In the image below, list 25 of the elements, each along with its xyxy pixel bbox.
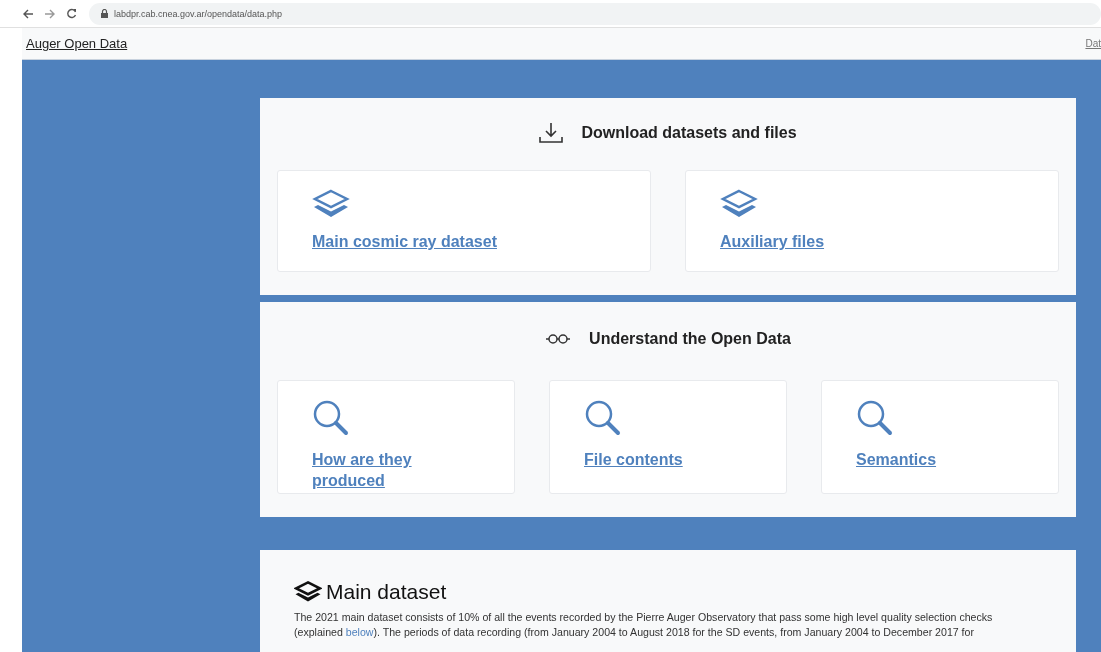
site-title-link[interactable]: Auger Open Data: [26, 36, 128, 51]
lock-icon: [101, 9, 108, 18]
search-icon: [856, 399, 894, 437]
address-bar[interactable]: labdpr.cab.cnea.gov.ar/opendata/data.php: [89, 2, 1101, 25]
reload-icon[interactable]: [66, 8, 77, 19]
forward-icon[interactable]: [44, 8, 56, 19]
card-link[interactable]: File contents: [584, 449, 714, 470]
search-icon: [584, 399, 622, 437]
section-title: Understand the Open Data: [589, 330, 791, 348]
description-paragraph: The 2021 main dataset consists of 10% of all the events recorded by the Pierre Auger Observatory that pass some high level quality selection checks (explained below). The periods of data recording (from January 2004 to August 2018 for the SD events, from January 2004 to December 2017 for: [294, 610, 994, 640]
below-link[interactable]: below: [345, 626, 374, 638]
nav-link[interactable]: Dat: [1085, 38, 1101, 49]
layers-icon: [294, 581, 322, 603]
card-link[interactable]: Main cosmic ray dataset: [312, 231, 616, 252]
section-heading: Main dataset: [326, 580, 447, 604]
layers-icon: [312, 189, 350, 219]
url-text: labdpr.cab.cnea.gov.ar/opendata/data.php: [114, 8, 282, 19]
layers-icon: [720, 189, 758, 219]
section-title: Download datasets and files: [581, 124, 797, 142]
card-link[interactable]: Auxiliary files: [720, 231, 1024, 252]
download-icon: [539, 122, 564, 144]
search-icon: [312, 399, 350, 437]
glasses-icon: [545, 333, 572, 345]
card-link[interactable]: Semantics: [856, 449, 986, 470]
back-icon[interactable]: [22, 8, 34, 19]
